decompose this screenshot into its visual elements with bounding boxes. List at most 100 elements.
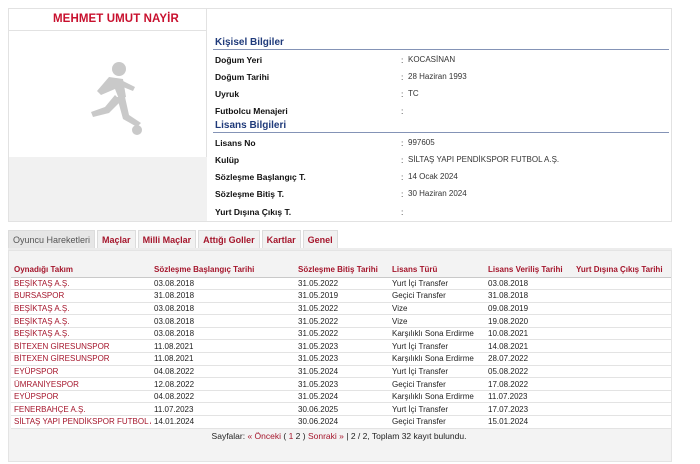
cell-license-date: 11.07.2023	[485, 390, 573, 404]
prev-page-link[interactable]: « Önceki	[247, 431, 281, 441]
table-row: BEŞİKTAŞ A.Ş. 03.08.2018 31.05.2022 Vize 09.…	[11, 302, 671, 316]
cell-license-type: Karşılıklı Sona Erdirme	[389, 352, 485, 366]
team-link[interactable]: BURSASPOR	[11, 289, 151, 303]
tab-player-moves[interactable]: Oyuncu Hareketleri	[8, 230, 96, 248]
cell-contract-end: 31.05.2023	[295, 339, 389, 354]
cell-contract-end: 31.05.2024	[295, 390, 389, 404]
cell-contract-end: 31.05.2024	[295, 365, 389, 379]
tab-goals[interactable]: Attığı Goller	[198, 230, 260, 248]
cell-abroad-exit	[573, 352, 671, 366]
team-link[interactable]: BEŞİKTAŞ A.Ş.	[11, 314, 151, 328]
column-header-contract-end[interactable]: Sözleşme Bitiş Tarihi	[295, 263, 389, 278]
page-1-link[interactable]: 1	[289, 431, 294, 441]
info-value: 997605	[408, 138, 435, 147]
table-row: BURSASPOR 31.08.2018 31.05.2019 Geçici Tran…	[11, 289, 671, 303]
table-header-row: Oynadığı Takım Sözleşme Başlangıç Tarihi…	[11, 263, 671, 278]
column-header-contract-start[interactable]: Sözleşme Başlangıç Tarihi	[151, 263, 295, 278]
cell-contract-start: 14.01.2024	[151, 415, 295, 429]
cell-contract-end: 30.06.2025	[295, 402, 389, 417]
personal-info-heading: Kişisel Bilgiler	[215, 37, 284, 48]
info-row-birthdate: Doğum Tarihi : 28 Haziran 1993	[215, 72, 667, 85]
cell-contract-start: 04.08.2022	[151, 365, 295, 379]
table-row: EYÜPSPOR 04.08.2022 31.05.2024 Yurt İçi Tra…	[11, 365, 671, 379]
info-label: Doğum Yeri	[215, 55, 263, 65]
team-link[interactable]: SİLTAŞ YAPI PENDİKSPOR FUTBOL A.Ş.	[11, 415, 151, 429]
info-colon: :	[401, 207, 404, 217]
team-link[interactable]: FENERBAHÇE A.Ş.	[11, 402, 151, 417]
cell-abroad-exit	[573, 327, 671, 341]
info-colon: :	[401, 138, 404, 148]
cell-license-type: Yurt İçi Transfer	[389, 277, 485, 291]
team-link[interactable]: BEŞİKTAŞ A.Ş.	[11, 327, 151, 341]
team-link[interactable]: BİTEXEN GİRESUNSPOR	[11, 352, 151, 366]
player-info-panel: Kişisel Bilgiler Doğum Yeri : KOCASİNAN …	[207, 9, 671, 221]
cell-abroad-exit	[573, 365, 671, 379]
table-row: BEŞİKTAŞ A.Ş. 03.08.2018 31.05.2022 Vize 19.…	[11, 314, 671, 328]
cell-contract-start: 31.08.2018	[151, 289, 295, 303]
team-link[interactable]: BEŞİKTAŞ A.Ş.	[11, 302, 151, 316]
cell-contract-start: 03.08.2018	[151, 314, 295, 328]
cell-contract-end: 31.05.2022	[295, 277, 389, 291]
info-row-agent: Futbolcu Menajeri :	[215, 106, 667, 119]
cell-contract-start: 11.07.2023	[151, 402, 295, 417]
info-row-birthplace: Doğum Yeri : KOCASİNAN	[215, 55, 667, 68]
info-label: Kulüp	[215, 155, 240, 165]
cell-license-date: 14.08.2021	[485, 339, 573, 354]
pagination: Sayfalar: « Önceki ( 1 2 ) Sonraki » | 2…	[9, 431, 669, 441]
table-row: BEŞİKTAŞ A.Ş. 03.08.2018 31.05.2022 Yurt İç…	[11, 277, 671, 291]
cell-license-type: Vize	[389, 314, 485, 328]
table-row: EYÜPSPOR 04.08.2022 31.05.2024 Karşılıklı S…	[11, 390, 671, 404]
cell-license-type: Geçici Transfer	[389, 377, 485, 391]
tab-general[interactable]: Genel	[302, 230, 338, 248]
team-link[interactable]: BİTEXEN GİRESUNSPOR	[11, 339, 151, 354]
player-silhouette-icon	[91, 62, 142, 135]
column-header-license-type[interactable]: Lisans Türü	[389, 263, 485, 278]
table-row: FENERBAHÇE A.Ş. 11.07.2023 30.06.2025 Yurt …	[11, 402, 671, 417]
cell-contract-start: 04.08.2022	[151, 390, 295, 404]
cell-abroad-exit	[573, 289, 671, 303]
info-colon: :	[401, 189, 404, 199]
cell-abroad-exit	[573, 339, 671, 354]
cell-license-type: Karşılıklı Sona Erdirme	[389, 327, 485, 341]
cell-license-type: Yurt İçi Transfer	[389, 365, 485, 379]
cell-abroad-exit	[573, 277, 671, 291]
cell-license-type: Geçici Transfer	[389, 289, 485, 303]
tab-matches[interactable]: Maçlar	[97, 230, 136, 248]
info-label: Yurt Dışına Çıkış T.	[215, 207, 292, 217]
cell-license-date: 15.01.2024	[485, 415, 573, 429]
column-header-team[interactable]: Oynadığı Takım	[11, 263, 151, 278]
team-link[interactable]: EYÜPSPOR	[11, 390, 151, 404]
info-value: 30 Haziran 2024	[408, 189, 467, 198]
tab-national-matches[interactable]: Milli Maçlar	[137, 230, 197, 248]
cell-contract-start: 03.08.2018	[151, 302, 295, 316]
info-value: KOCASİNAN	[408, 55, 456, 64]
info-colon: :	[401, 106, 404, 116]
cell-license-date: 17.08.2022	[485, 377, 573, 391]
cell-abroad-exit	[573, 302, 671, 316]
team-link[interactable]: ÜMRANİYESPOR	[11, 377, 151, 391]
next-page-link[interactable]: Sonraki »	[308, 431, 344, 441]
cell-abroad-exit	[573, 415, 671, 429]
team-link[interactable]: BEŞİKTAŞ A.Ş.	[11, 277, 151, 291]
pagination-open: (	[281, 431, 289, 441]
info-label: Futbolcu Menajeri	[215, 106, 288, 116]
info-colon: :	[401, 89, 404, 99]
column-header-license-date[interactable]: Lisans Veriliş Tarihi	[485, 263, 573, 278]
player-moves-table: Oynadığı Takım Sözleşme Başlangıç Tarihi…	[11, 263, 671, 429]
cell-contract-end: 31.05.2022	[295, 327, 389, 341]
license-info-heading: Lisans Bilgileri	[215, 120, 287, 131]
tab-cards[interactable]: Kartlar	[261, 230, 301, 248]
cell-license-date: 10.08.2021	[485, 327, 573, 341]
info-label: Sözleşme Başlangıç T.	[215, 172, 306, 182]
cell-abroad-exit	[573, 402, 671, 417]
pagination-prefix: Sayfalar:	[211, 431, 248, 441]
team-link[interactable]: EYÜPSPOR	[11, 365, 151, 379]
cell-license-type: Yurt İçi Transfer	[389, 402, 485, 417]
cell-contract-end: 31.05.2023	[295, 352, 389, 366]
cell-contract-end: 31.05.2023	[295, 377, 389, 391]
info-row-abroad-exit: Yurt Dışına Çıkış T. :	[215, 207, 667, 220]
info-row-nationality: Uyruk : TC	[215, 89, 667, 102]
column-header-abroad-exit[interactable]: Yurt Dışına Çıkış Tarihi	[573, 263, 671, 278]
cell-abroad-exit	[573, 314, 671, 328]
player-name-box: MEHMET UMUT NAYİR	[9, 9, 207, 31]
